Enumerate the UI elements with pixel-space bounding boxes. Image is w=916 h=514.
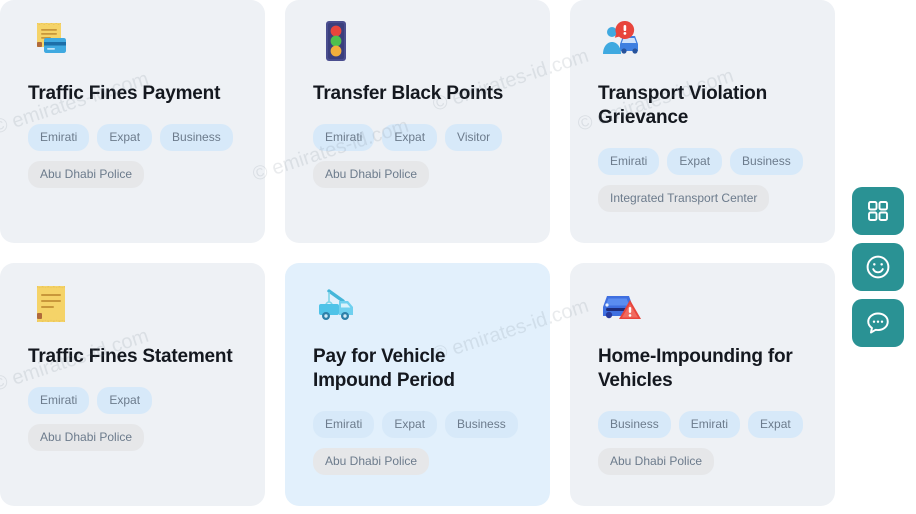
audience-tag-row: Emirati Expat [28,387,237,414]
person-car-complaint-icon [598,18,644,64]
chat-support-button[interactable] [852,299,904,347]
service-card-title: Transfer Black Points [313,83,504,104]
car-warning-icon [598,281,644,327]
service-card[interactable]: Traffic Fines Payment Emirati Expat Busines… [0,0,265,243]
agency-tag[interactable]: Abu Dhabi Police [28,161,145,188]
receipt-document-icon [28,281,74,327]
audience-tag[interactable]: Visitor [445,124,503,151]
audience-tag[interactable]: Emirati [678,411,741,438]
audience-tag-row: Emirati Expat Business [598,148,807,175]
audience-tag-row: Emirati Expat Visitor [313,124,522,151]
audience-tag[interactable]: Emirati [28,124,90,151]
agency-tag-row: Abu Dhabi Police [28,161,237,188]
service-card[interactable]: Pay for Vehicle Impound Period Emirati Exp… [285,263,550,506]
agency-tag-row: Abu Dhabi Police [598,448,807,475]
agency-tag[interactable]: Abu Dhabi Police [598,448,715,475]
agency-tag[interactable]: Abu Dhabi Police [313,448,430,475]
service-card-title: Traffic Fines Payment [28,83,221,104]
agency-tag-row: Abu Dhabi Police [28,424,237,451]
audience-tag[interactable]: Business [445,411,518,438]
tow-truck-icon [313,281,359,327]
audience-tag[interactable]: Expat [748,411,803,438]
service-card-title: Home-Impounding for Vehicles [598,346,793,391]
audience-tag[interactable]: Business [730,148,803,175]
service-card-title: Traffic Fines Statement [28,346,233,367]
audience-tag[interactable]: Emirati [313,411,375,438]
service-card[interactable]: Home-Impounding for Vehicles Business Emir… [570,263,835,506]
agency-tag[interactable]: Abu Dhabi Police [313,161,430,188]
traffic-light-icon [313,18,359,64]
feedback-smiley-button[interactable] [852,243,904,291]
audience-tag-row: Emirati Expat Business [313,411,522,438]
receipt-card-payment-icon [28,18,74,64]
service-card[interactable]: Transport Violation Grievance Emirati Expa… [570,0,835,243]
audience-tag-row: Emirati Expat Business [28,124,237,151]
agency-tag[interactable]: Abu Dhabi Police [28,424,145,451]
service-card-title: Pay for Vehicle Impound Period [313,346,455,391]
audience-tag[interactable]: Emirati [28,387,90,414]
floating-action-rail [852,187,904,347]
audience-tag[interactable]: Expat [382,124,438,151]
audience-tag[interactable]: Expat [97,387,153,414]
audience-tag[interactable]: Expat [382,411,438,438]
services-card-grid: Traffic Fines Payment Emirati Expat Busines… [0,0,836,506]
apps-grid-icon [866,199,890,223]
chat-bubble-icon [865,310,891,336]
agency-tag-row: Integrated Transport Center [598,185,807,212]
audience-tag[interactable]: Business [160,124,233,151]
service-card-title: Transport Violation Grievance [598,83,767,128]
audience-tag[interactable]: Emirati [313,124,375,151]
audience-tag[interactable]: Expat [667,148,723,175]
agency-tag-row: Abu Dhabi Police [313,448,522,475]
service-card[interactable]: Transfer Black Points Emirati Expat Visitor… [285,0,550,243]
apps-grid-button[interactable] [852,187,904,235]
audience-tag[interactable]: Business [598,411,671,438]
audience-tag-row: Business Emirati Expat [598,411,807,438]
audience-tag[interactable]: Emirati [598,148,660,175]
agency-tag-row: Abu Dhabi Police [313,161,522,188]
agency-tag[interactable]: Integrated Transport Center [598,185,770,212]
audience-tag[interactable]: Expat [97,124,153,151]
service-card[interactable]: Traffic Fines Statement Emirati Expat Abu D… [0,263,265,506]
smiley-face-icon [865,254,891,280]
